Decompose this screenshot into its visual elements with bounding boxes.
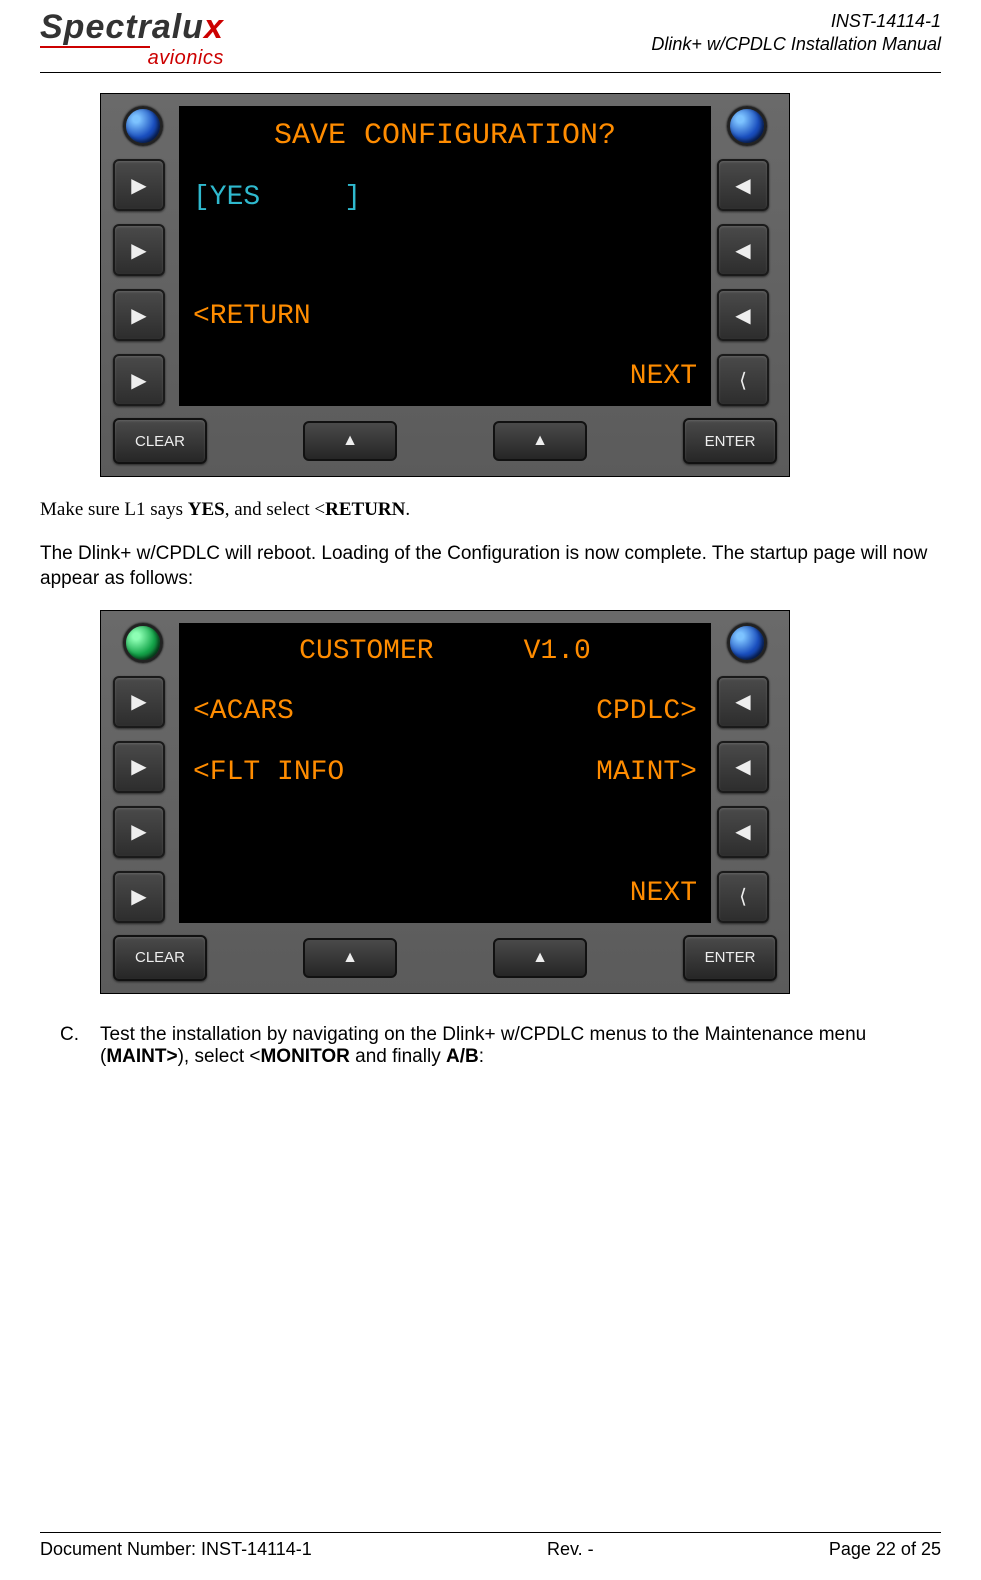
play-right-icon: ▶ xyxy=(131,368,146,393)
logo-text-2: x xyxy=(204,8,224,46)
lsk-r3-button[interactable]: ◀ xyxy=(717,289,769,341)
screen1-l1: [YES ] xyxy=(193,179,697,217)
scroll-up-1-button[interactable]: ▲ xyxy=(303,421,397,461)
page-header: Spectralux avionics INST-14114-1 Dlink+ … xyxy=(40,10,941,73)
triangle-up-icon: ▲ xyxy=(342,949,358,967)
enter-button[interactable]: ENTER xyxy=(683,935,777,981)
step-c: C. Test the installation by navigating o… xyxy=(60,1024,941,1068)
lsk-l1-button[interactable]: ▶ xyxy=(113,159,165,211)
right-led-icon xyxy=(727,106,767,146)
lsk-l1-button[interactable]: ▶ xyxy=(113,676,165,728)
screen2-title-right: V1.0 xyxy=(524,633,591,671)
play-right-icon: ▶ xyxy=(131,819,146,844)
lsk-l3-button[interactable]: ▶ xyxy=(113,289,165,341)
screen2-r4: NEXT xyxy=(630,875,697,913)
lsk-r1-button[interactable]: ◀ xyxy=(717,159,769,211)
enter-button[interactable]: ENTER xyxy=(683,418,777,464)
chevron-left-icon: ⟨ xyxy=(739,884,747,909)
doc-id: INST-14114-1 xyxy=(651,10,941,33)
play-left-icon: ◀ xyxy=(735,303,750,328)
triangle-up-icon: ▲ xyxy=(342,432,358,450)
cdu-panel-2: ▶ ▶ ▶ ▶ CUSTOMER V1.0 <ACARS CPDLC> <FLT… xyxy=(100,610,790,994)
play-right-icon: ▶ xyxy=(131,884,146,909)
logo-text-1: Spectralu xyxy=(40,8,204,46)
screen2-r2: MAINT> xyxy=(596,754,697,792)
lsk-l4-button[interactable]: ▶ xyxy=(113,354,165,406)
play-right-icon: ▶ xyxy=(131,173,146,198)
lsk-l2-button[interactable]: ▶ xyxy=(113,224,165,276)
screen2-l2: <FLT INFO xyxy=(193,754,344,792)
lsk-l2-button[interactable]: ▶ xyxy=(113,741,165,793)
play-right-icon: ▶ xyxy=(131,689,146,714)
cdu-screen-1: SAVE CONFIGURATION? [YES ] <RETURN NEXT xyxy=(179,106,711,406)
left-led-icon xyxy=(123,623,163,663)
doc-title: Dlink+ w/CPDLC Installation Manual xyxy=(651,33,941,56)
lsk-r4-button[interactable]: ⟨ xyxy=(717,871,769,923)
screen2-l1: <ACARS xyxy=(193,693,294,731)
footer-page: Page 22 of 25 xyxy=(829,1539,941,1560)
step-letter: C. xyxy=(60,1024,82,1068)
footer-doc-number: Document Number: INST-14114-1 xyxy=(40,1539,312,1560)
lsk-r2-button[interactable]: ◀ xyxy=(717,224,769,276)
cdu-panel-1: ▶ ▶ ▶ ▶ SAVE CONFIGURATION? [YES ] <RETU… xyxy=(100,93,790,477)
footer-rev: Rev. - xyxy=(547,1539,594,1560)
scroll-up-2-button[interactable]: ▲ xyxy=(493,938,587,978)
left-button-column: ▶ ▶ ▶ ▶ xyxy=(113,106,173,406)
instruction-para-1: Make sure L1 says YES, and select <RETUR… xyxy=(40,497,941,523)
chevron-left-icon: ⟨ xyxy=(739,368,747,393)
play-left-icon: ◀ xyxy=(735,754,750,779)
page-footer: Document Number: INST-14114-1 Rev. - Pag… xyxy=(40,1532,941,1560)
lsk-r1-button[interactable]: ◀ xyxy=(717,676,769,728)
screen1-r4: NEXT xyxy=(630,358,697,396)
company-logo: Spectralux avionics xyxy=(40,10,224,68)
screen1-l3: <RETURN xyxy=(193,298,697,336)
triangle-up-icon: ▲ xyxy=(532,949,548,967)
left-button-column: ▶ ▶ ▶ ▶ xyxy=(113,623,173,923)
play-right-icon: ▶ xyxy=(131,754,146,779)
lsk-l3-button[interactable]: ▶ xyxy=(113,806,165,858)
screen1-title: SAVE CONFIGURATION? xyxy=(193,116,697,157)
lsk-r3-button[interactable]: ◀ xyxy=(717,806,769,858)
clear-button[interactable]: CLEAR xyxy=(113,935,207,981)
play-left-icon: ◀ xyxy=(735,689,750,714)
scroll-up-2-button[interactable]: ▲ xyxy=(493,421,587,461)
lsk-r2-button[interactable]: ◀ xyxy=(717,741,769,793)
bottom-button-row: CLEAR ▲ ▲ ENTER xyxy=(113,929,777,981)
screen2-title-left: CUSTOMER xyxy=(299,633,433,671)
right-button-column: ◀ ◀ ◀ ⟨ xyxy=(717,623,777,923)
screen2-r1: CPDLC> xyxy=(596,693,697,731)
play-left-icon: ◀ xyxy=(735,238,750,263)
triangle-up-icon: ▲ xyxy=(532,432,548,450)
right-led-icon xyxy=(727,623,767,663)
play-right-icon: ▶ xyxy=(131,238,146,263)
logo-subtext: avionics xyxy=(40,48,224,68)
play-left-icon: ◀ xyxy=(735,173,750,198)
header-doc-info: INST-14114-1 Dlink+ w/CPDLC Installation… xyxy=(651,10,941,57)
right-button-column: ◀ ◀ ◀ ⟨ xyxy=(717,106,777,406)
scroll-up-1-button[interactable]: ▲ xyxy=(303,938,397,978)
clear-button[interactable]: CLEAR xyxy=(113,418,207,464)
left-led-icon xyxy=(123,106,163,146)
play-right-icon: ▶ xyxy=(131,303,146,328)
instruction-para-2: The Dlink+ w/CPDLC will reboot. Loading … xyxy=(40,541,941,592)
lsk-l4-button[interactable]: ▶ xyxy=(113,871,165,923)
step-text: Test the installation by navigating on t… xyxy=(100,1024,941,1068)
bottom-button-row: CLEAR ▲ ▲ ENTER xyxy=(113,412,777,464)
cdu-screen-2: CUSTOMER V1.0 <ACARS CPDLC> <FLT INFO MA… xyxy=(179,623,711,923)
lsk-r4-button[interactable]: ⟨ xyxy=(717,354,769,406)
play-left-icon: ◀ xyxy=(735,819,750,844)
